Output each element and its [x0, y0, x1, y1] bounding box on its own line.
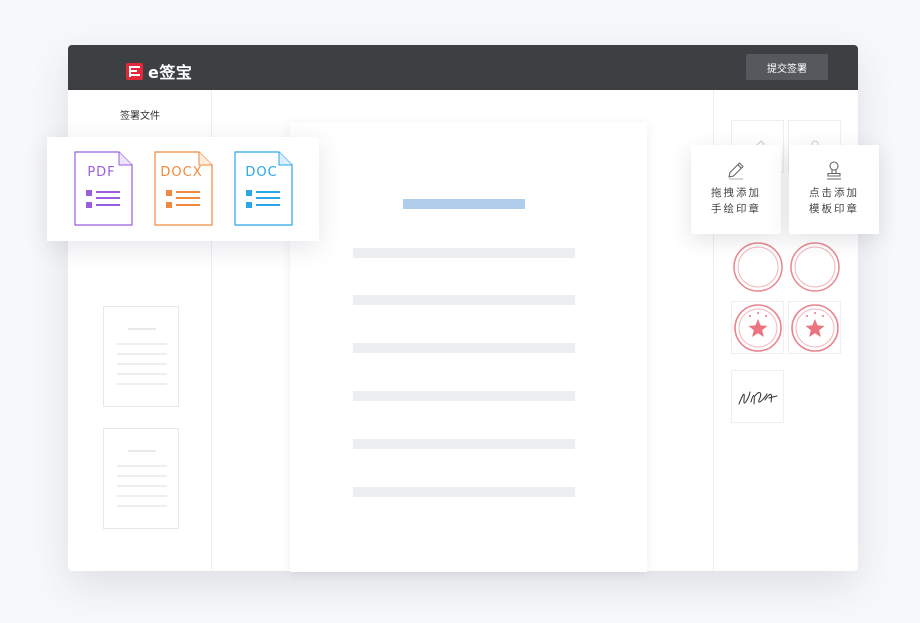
document-thumbnail[interactable]: [103, 428, 179, 529]
docx-file-icon[interactable]: DOCX: [154, 151, 214, 226]
action-label-line1: 拖拽添加: [711, 187, 761, 199]
stamp-icon: [827, 161, 841, 180]
signature-icon: [738, 391, 777, 404]
add-template-seal-card[interactable]: 点击添加 模板印章: [789, 145, 879, 234]
document-line-placeholder: [353, 343, 575, 353]
document-line-placeholder: [353, 439, 575, 449]
stage: e签宝 提交签署 签署文件 PDF DOCX DOC 拖拽添加 手绘印章 点击添…: [0, 0, 920, 623]
seal-icon: [790, 303, 839, 352]
action-label-line1: 点击添加: [809, 187, 859, 199]
red-seal[interactable]: [731, 301, 784, 354]
seal-icon: [732, 241, 783, 292]
add-handwritten-seal-card[interactable]: 拖拽添加 手绘印章: [691, 145, 781, 234]
red-seal[interactable]: [788, 301, 841, 354]
document-title-placeholder: [403, 199, 525, 209]
logo-text: e签宝: [148, 63, 193, 82]
logo-mark-icon: [126, 62, 143, 80]
action-label-line2: 模板印章: [809, 203, 859, 215]
doc-file-icon[interactable]: DOC: [234, 151, 294, 226]
seal-icon: [733, 303, 782, 352]
seal-icon: [789, 241, 840, 292]
title-bar: e签宝 提交签署: [68, 45, 858, 90]
pencil-icon: [728, 162, 744, 180]
file-type-label: DOC: [245, 165, 278, 180]
logo: e签宝: [126, 59, 192, 83]
document-line-placeholder: [353, 248, 575, 258]
red-seal-partial[interactable]: [788, 240, 841, 293]
document-canvas[interactable]: [290, 122, 647, 572]
submit-sign-button[interactable]: 提交签署: [746, 54, 828, 80]
file-types-card: PDF DOCX DOC: [47, 137, 319, 241]
document-list-title: 签署文件: [120, 111, 160, 122]
handwritten-signature[interactable]: [731, 370, 784, 423]
document-line-placeholder: [353, 487, 575, 497]
document-line-placeholder: [353, 391, 575, 401]
document-line-placeholder: [353, 295, 575, 305]
pdf-file-icon[interactable]: PDF: [74, 151, 134, 226]
document-thumbnail[interactable]: [103, 306, 179, 407]
action-label-line2: 手绘印章: [711, 203, 761, 215]
file-type-label: PDF: [87, 165, 116, 180]
red-seal-partial[interactable]: [731, 240, 784, 293]
file-type-label: DOCX: [160, 165, 203, 180]
